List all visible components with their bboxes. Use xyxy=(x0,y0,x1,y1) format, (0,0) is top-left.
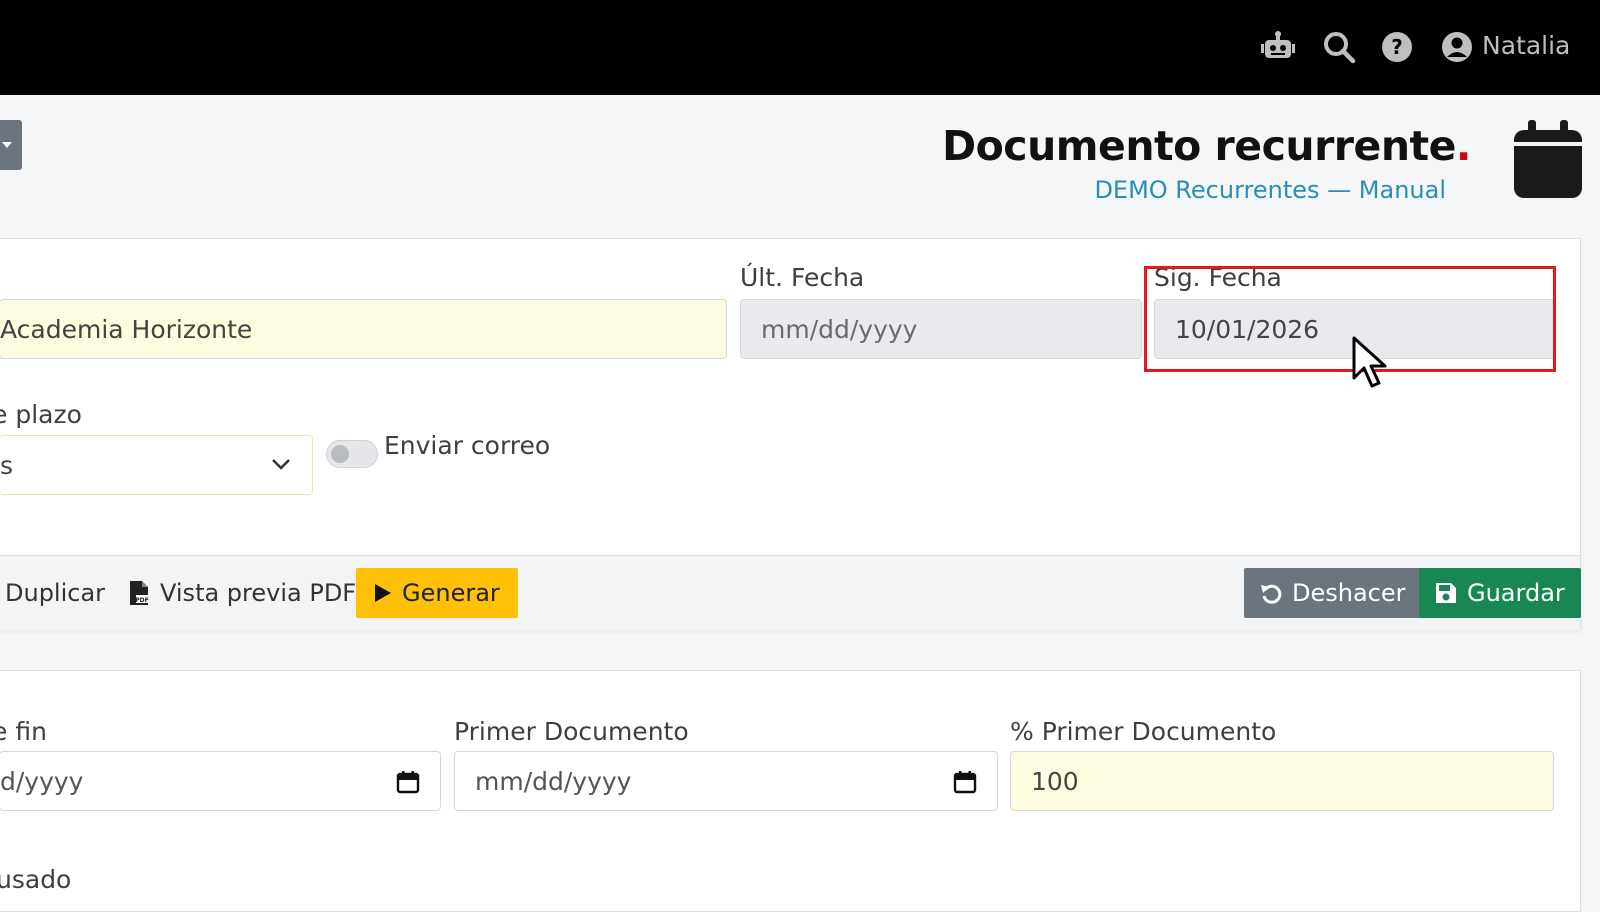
mouse-cursor-icon xyxy=(1352,336,1387,388)
user-name[interactable]: Natalia xyxy=(1482,31,1570,60)
highlight-box xyxy=(1144,266,1556,372)
fecha-fin-input[interactable]: d/yyyy xyxy=(0,751,441,811)
play-icon xyxy=(375,584,391,602)
pct-primer-documento-input[interactable]: 100 xyxy=(1010,751,1554,811)
pct-primer-documento-label: % Primer Documento xyxy=(1010,717,1277,746)
deshacer-label: Deshacer xyxy=(1292,579,1406,607)
plazo-select[interactable]: s xyxy=(0,435,313,495)
svg-text:PDF: PDF xyxy=(135,597,148,604)
usado-label: usado xyxy=(0,865,72,894)
calendar-icon[interactable] xyxy=(953,770,977,794)
title-dot: . xyxy=(1455,122,1472,170)
page-subtitle[interactable]: DEMO Recurrentes — Manual xyxy=(1094,176,1446,204)
ult-fecha-placeholder: mm/dd/yyyy xyxy=(761,314,918,344)
primer-documento-label: Primer Documento xyxy=(454,717,689,746)
ult-fecha-input[interactable]: mm/dd/yyyy xyxy=(740,299,1142,359)
fecha-fin-placeholder: d/yyyy xyxy=(0,766,84,796)
calendar-icon[interactable] xyxy=(396,770,420,794)
duplicar-button[interactable]: Duplicar xyxy=(5,568,105,618)
top-navbar: ? Natalia xyxy=(0,0,1600,95)
dropdown-toggle-button[interactable] xyxy=(0,120,22,170)
save-icon xyxy=(1436,583,1456,603)
vista-previa-pdf-button[interactable]: PDF Vista previa PDF xyxy=(128,568,356,618)
page-title: Documento recurrente. xyxy=(942,122,1471,170)
chevron-down-icon xyxy=(272,459,290,470)
page-title-text: Documento recurrente xyxy=(942,122,1456,170)
primer-documento-placeholder: mm/dd/yyyy xyxy=(475,766,632,796)
vista-previa-label: Vista previa PDF xyxy=(160,579,357,607)
plazo-value: s xyxy=(0,450,14,480)
secondary-form-card: e fin d/yyyy Primer Documento mm/dd/yyyy… xyxy=(0,670,1581,912)
client-value: Academia Horizonte xyxy=(0,314,253,344)
duplicar-label: Duplicar xyxy=(5,579,106,607)
calendar-icon xyxy=(1514,120,1582,198)
enviar-correo-toggle[interactable] xyxy=(326,440,378,468)
robot-icon[interactable] xyxy=(1261,30,1295,64)
plazo-label: e plazo xyxy=(0,400,82,429)
search-icon[interactable] xyxy=(1322,30,1356,64)
primer-documento-input[interactable]: mm/dd/yyyy xyxy=(454,751,998,811)
deshacer-button[interactable]: Deshacer xyxy=(1244,568,1422,618)
guardar-label: Guardar xyxy=(1467,579,1565,607)
client-field[interactable]: Academia Horizonte xyxy=(0,299,727,359)
fecha-fin-label: e fin xyxy=(0,717,47,746)
enviar-correo-label: Enviar correo xyxy=(384,431,551,460)
svg-text:?: ? xyxy=(1391,35,1403,59)
undo-icon xyxy=(1261,584,1282,604)
file-pdf-icon: PDF xyxy=(130,581,149,605)
card-actions-bar: Duplicar PDF Vista previa PDF Generar De… xyxy=(0,555,1581,630)
generar-label: Generar xyxy=(402,579,500,607)
guardar-button[interactable]: Guardar xyxy=(1419,568,1581,618)
help-icon[interactable]: ? xyxy=(1380,30,1414,64)
user-icon[interactable] xyxy=(1440,30,1474,64)
ult-fecha-label: Últ. Fecha xyxy=(740,263,865,292)
pct-primer-documento-value: 100 xyxy=(1031,766,1079,796)
generar-button[interactable]: Generar xyxy=(356,568,518,618)
